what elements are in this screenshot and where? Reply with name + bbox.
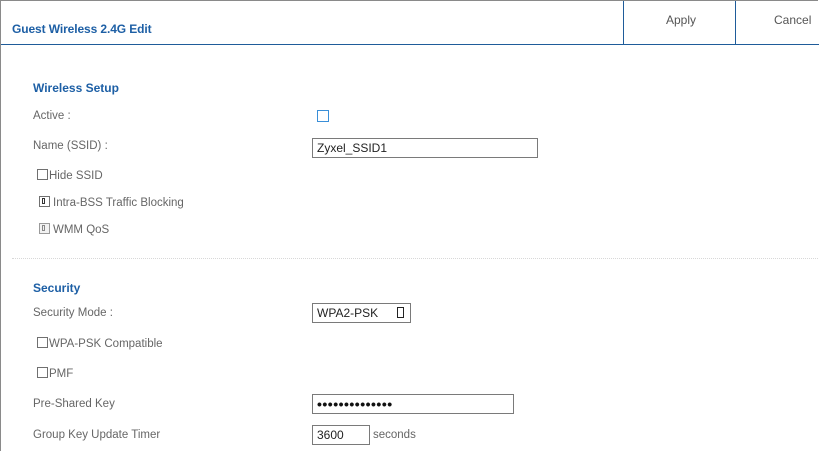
group-key-timer-input[interactable]: 3600 <box>312 425 370 445</box>
psk-masked-value: •••••••••••••• <box>317 396 393 412</box>
pmf-label: PMF <box>49 368 74 380</box>
wpa-psk-compatible-label: WPA-PSK Compatible <box>49 338 163 350</box>
cancel-button-label: Cancel <box>774 13 812 27</box>
security-mode-select[interactable]: WPA2-PSK <box>312 303 411 323</box>
dropdown-arrow-icon <box>397 307 404 318</box>
group-key-unit: seconds <box>373 429 416 441</box>
cancel-button[interactable]: Cancel <box>735 1 819 45</box>
intra-bss-label: Intra-BSS Traffic Blocking <box>53 197 184 209</box>
apply-button-label: Apply <box>666 13 697 27</box>
hide-ssid-checkbox[interactable] <box>37 169 48 180</box>
wmm-qos-label: WMM QoS <box>53 224 110 236</box>
wmm-qos-checkbox[interactable] <box>39 223 50 234</box>
wpa-psk-compatible-checkbox[interactable] <box>37 337 48 348</box>
active-checkbox[interactable] <box>317 110 329 122</box>
ssid-input[interactable]: Zyxel_SSID1 <box>312 138 538 158</box>
security-mode-value: WPA2-PSK <box>317 306 379 320</box>
page-title: Guest Wireless 2.4G Edit <box>12 22 152 36</box>
security-mode-label: Security Mode : <box>33 307 113 319</box>
section-divider <box>12 258 818 259</box>
security-heading: Security <box>33 281 81 295</box>
wireless-setup-heading: Wireless Setup <box>33 81 119 95</box>
apply-button[interactable]: Apply <box>623 1 735 45</box>
edit-dialog: Guest Wireless 2.4G Edit Apply Cancel Wi… <box>0 0 819 451</box>
ssid-label: Name (SSID) : <box>33 140 108 152</box>
group-key-label: Group Key Update Timer <box>33 429 161 441</box>
active-label: Active : <box>33 110 71 122</box>
psk-input[interactable]: •••••••••••••• <box>312 394 514 414</box>
psk-label: Pre-Shared Key <box>33 398 115 410</box>
pmf-checkbox[interactable] <box>37 367 48 378</box>
hide-ssid-label: Hide SSID <box>49 170 103 182</box>
title-bar: Guest Wireless 2.4G Edit Apply Cancel <box>1 1 819 45</box>
intra-bss-checkbox[interactable] <box>39 196 50 207</box>
